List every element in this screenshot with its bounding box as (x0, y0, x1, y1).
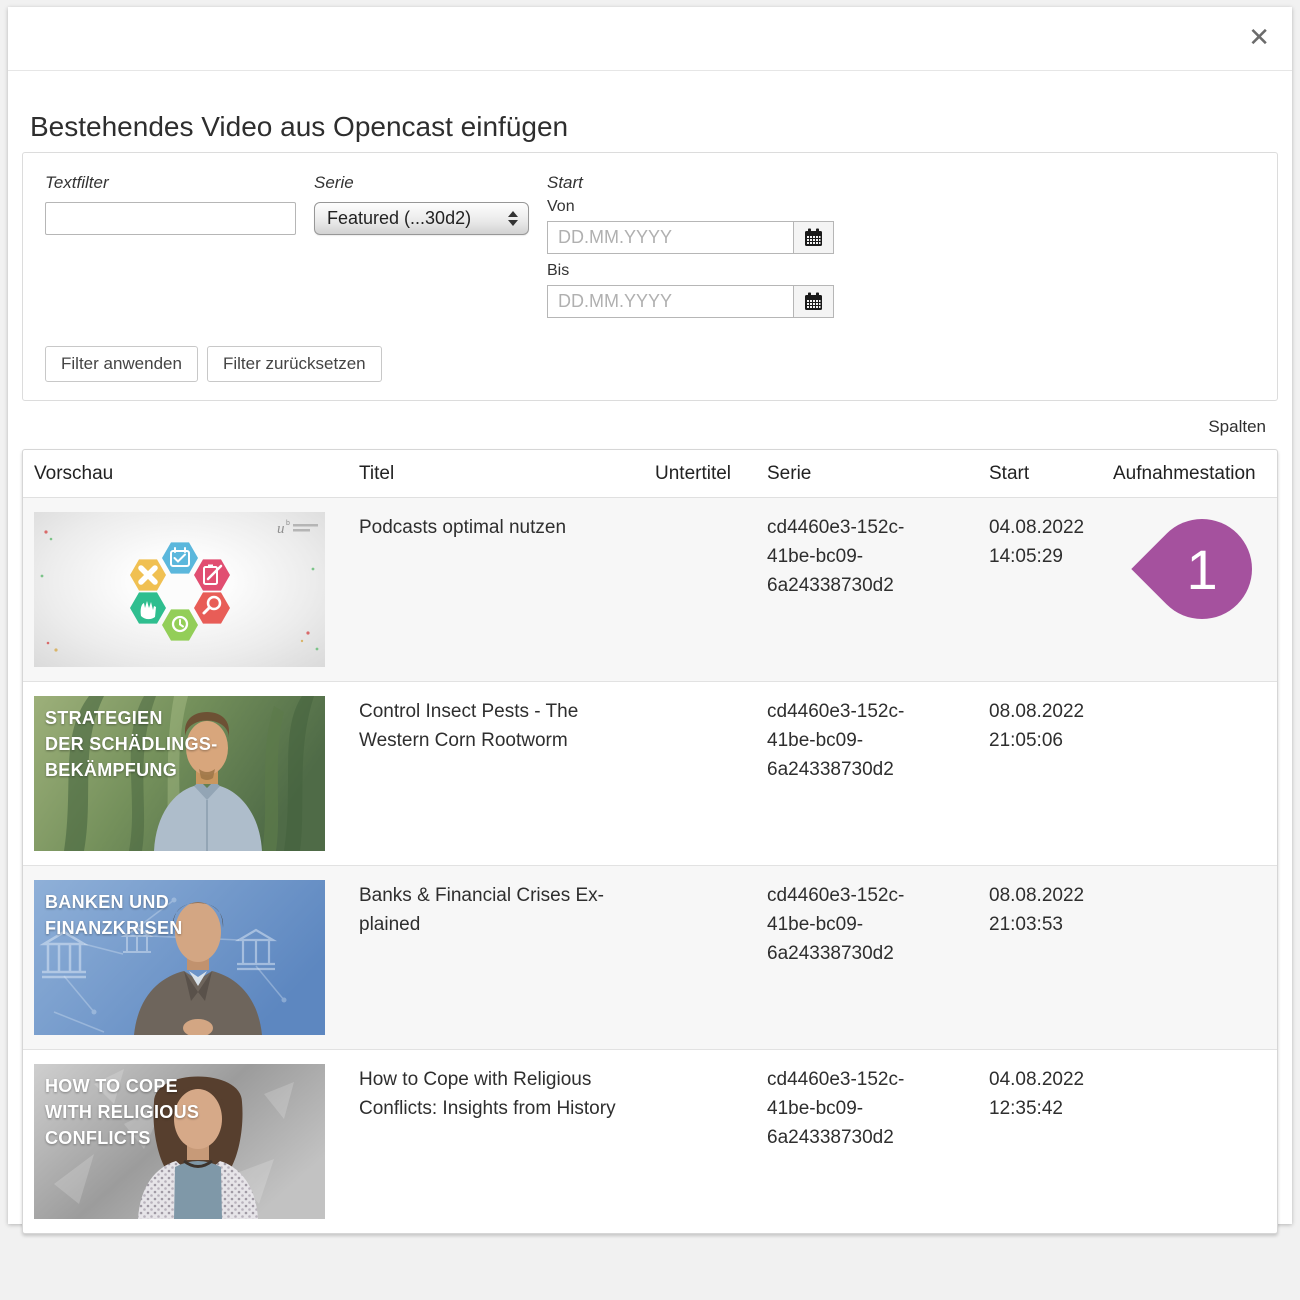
select-arrows-icon (508, 211, 518, 226)
filter-reset-button[interactable]: Filter zurücksetzen (207, 346, 382, 382)
header-serie: Serie (767, 450, 989, 497)
svg-text:b: b (286, 520, 290, 527)
header-start: Start (989, 450, 1113, 497)
modal-content: Bestehendes Video aus Opencast einfügen … (8, 111, 1292, 1234)
bis-label: Bis (547, 262, 847, 280)
header-titel: Titel (359, 450, 655, 497)
textfilter-label: Textfilter (45, 173, 314, 193)
header-aufnahmestation: Aufnahmestation (1113, 450, 1277, 497)
start-field: Start Von (547, 173, 847, 326)
table-header-row: Vorschau Titel Untertitel Serie Start Au… (23, 450, 1277, 498)
spalten-link[interactable]: Spalten (1208, 417, 1266, 436)
header-vorschau: Vorschau (34, 450, 359, 497)
bis-date-input[interactable] (547, 285, 794, 318)
serie-select[interactable]: Featured (...30d2) (314, 202, 529, 235)
video-untertitel (655, 498, 767, 681)
table-row[interactable]: STRATEGIEN DER SCHÄDLINGS- BEKÄMPFUNG Co… (23, 682, 1277, 866)
video-untertitel (655, 866, 767, 1049)
filter-panel: Textfilter Serie Featured (...30d2) Star… (22, 152, 1278, 401)
video-thumbnail-banks[interactable]: BANKEN UND FINANZKRISEN (34, 880, 325, 1035)
table-row[interactable]: HOW TO COPE WITH RELIGIOUS CONFLICTS How… (23, 1050, 1277, 1233)
von-calendar-button[interactable] (793, 221, 834, 254)
close-icon[interactable]: ✕ (1248, 25, 1270, 51)
calendar-icon (804, 228, 823, 247)
video-untertitel (655, 1050, 767, 1233)
bis-date-group (547, 285, 847, 318)
thumbnail-text-overlay: STRATEGIEN DER SCHÄDLINGS- BEKÄMPFUNG (45, 705, 218, 783)
video-aufnahmestation (1113, 866, 1277, 1049)
video-title: Banks & Financial Crises Ex­plained (359, 866, 655, 1049)
filter-apply-button[interactable]: Filter anwenden (45, 346, 198, 382)
video-serie: cd4460e3-152c-41be-bc09-6a24338730d2 (767, 513, 925, 600)
calendar-icon (804, 292, 823, 311)
video-title: Podcasts optimal nutzen (359, 498, 655, 681)
logo-university: u b (277, 520, 318, 537)
serie-label: Serie (314, 173, 547, 193)
video-start: 04.08.2022 12:35:42 (989, 1050, 1113, 1233)
header-untertitel: Untertitel (655, 450, 767, 497)
svg-text:u: u (277, 521, 285, 537)
video-start: 04.08.2022 14:05:29 (989, 498, 1113, 681)
table-row[interactable]: u b (23, 498, 1277, 682)
von-date-group (547, 221, 847, 254)
video-start: 08.08.2022 21:03:53 (989, 866, 1113, 1049)
video-serie: cd4460e3-152c-41be-bc09-6a24338730d2 (767, 881, 925, 968)
bis-calendar-button[interactable] (793, 285, 834, 318)
video-aufnahmestation (1113, 1050, 1277, 1233)
video-title: How to Cope with Religious Conflicts: In… (359, 1050, 655, 1233)
spalten-row: Spalten (22, 401, 1278, 449)
page-title: Bestehendes Video aus Opencast einfügen (30, 111, 1270, 143)
video-title: Control Insect Pests - The Western Corn … (359, 682, 655, 865)
thumbnail-text-overlay: HOW TO COPE WITH RELIGIOUS CONFLICTS (45, 1073, 199, 1151)
video-start: 08.08.2022 21:05:06 (989, 682, 1113, 865)
videos-table: Vorschau Titel Untertitel Serie Start Au… (22, 449, 1278, 1234)
video-thumbnail-corn[interactable]: STRATEGIEN DER SCHÄDLINGS- BEKÄMPFUNG (34, 696, 325, 851)
video-serie: cd4460e3-152c-41be-bc09-6a24338730d2 (767, 697, 925, 784)
video-thumbnail-religious-conflicts[interactable]: HOW TO COPE WITH RELIGIOUS CONFLICTS (34, 1064, 325, 1219)
video-serie: cd4460e3-152c-41be-bc09-6a24338730d2 (767, 1065, 925, 1152)
von-label: Von (547, 198, 847, 216)
modal-header: ✕ (8, 7, 1292, 71)
opencast-video-modal: ✕ Bestehendes Video aus Opencast einfüge… (8, 7, 1292, 1224)
thumbnail-text-overlay: BANKEN UND FINANZKRISEN (45, 889, 183, 941)
video-thumbnail-hexagons[interactable]: u b (34, 512, 325, 667)
von-date-input[interactable] (547, 221, 794, 254)
serie-select-value: Featured (...30d2) (327, 208, 508, 229)
video-untertitel (655, 682, 767, 865)
textfilter-input[interactable] (45, 202, 296, 235)
start-label: Start (547, 173, 847, 193)
video-aufnahmestation (1113, 682, 1277, 865)
serie-field: Serie Featured (...30d2) (314, 173, 547, 235)
table-row[interactable]: BANKEN UND FINANZKRISEN Banks & Financia… (23, 866, 1277, 1050)
textfilter-field: Textfilter (45, 173, 314, 235)
video-aufnahmestation (1113, 498, 1277, 681)
